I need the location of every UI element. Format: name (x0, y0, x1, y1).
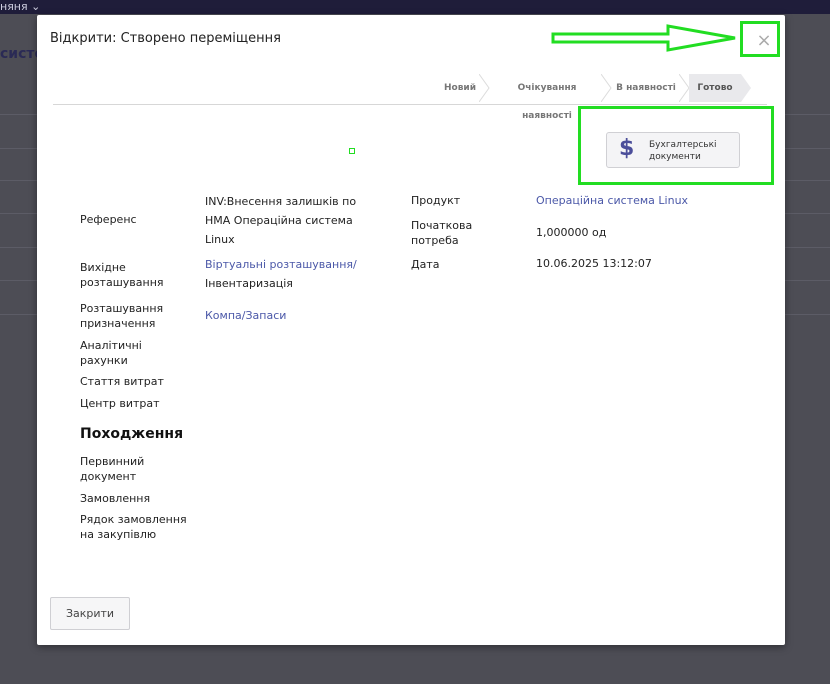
background-topbar: няня ⌄ (0, 0, 830, 14)
reference-label: Референс (80, 213, 137, 226)
close-icon[interactable]: × (753, 30, 775, 52)
destination-location-label: Розташування призначення (80, 302, 164, 330)
status-stage-waiting[interactable]: Очікування наявності (493, 74, 601, 121)
destination-location-value: Компа/Запаси (205, 306, 286, 325)
initial-demand-value: 1,000000 од (536, 226, 607, 239)
cost-center-label: Центр витрат (80, 397, 160, 410)
stock-move-dialog: Відкрити: Створено переміщення × Новий О… (37, 15, 785, 645)
accounting-documents-label: Бухгалтерські документи (649, 140, 717, 162)
date-value: 10.06.2025 13:12:07 (536, 257, 652, 270)
source-location-link[interactable]: Віртуальні розташування/ (205, 255, 357, 274)
annotation-arrow-icon (551, 24, 736, 52)
background-menu-fragment: няня ⌄ (0, 0, 41, 13)
origin-section-heading: Походження (80, 426, 184, 442)
status-stage-new[interactable]: Новий (437, 74, 483, 102)
accounting-documents-button[interactable]: $ Бухгалтерські документи (606, 132, 740, 168)
status-stage-done[interactable]: Готово (689, 74, 741, 102)
product-link: Операційна система Linux (536, 194, 689, 207)
chevron-right-active-icon (741, 74, 751, 102)
status-stage-available[interactable]: В наявності (613, 74, 679, 102)
expense-item-label: Стаття витрат (80, 375, 164, 388)
order-label: Замовлення (80, 492, 151, 505)
chevron-right-icon (479, 74, 490, 102)
purchase-order-line-label: Рядок замовлення на закупівлю (80, 513, 187, 541)
dollar-icon: $ (619, 136, 635, 161)
chevron-right-icon (601, 74, 612, 102)
source-document-label: Первинний документ (80, 455, 145, 483)
date-label: Дата (411, 258, 440, 271)
source-location-value: Віртуальні розташування/ Інвентаризація (205, 255, 357, 293)
destination-location-link[interactable]: Компа/Запаси (205, 306, 286, 325)
dialog-title: Відкрити: Створено переміщення (50, 31, 281, 46)
annotation-marker (349, 148, 355, 154)
status-bar: Новий Очікування наявності В наявності Г… (53, 74, 767, 121)
initial-demand-label: Початкова потреба (411, 219, 473, 247)
reference-value: INV:Внесення залишків по НМА Операційна … (205, 195, 357, 246)
source-location-label: Вихідне розташування (80, 261, 164, 289)
close-button[interactable]: Закрити (50, 597, 130, 630)
product-label: Продукт (411, 194, 461, 207)
analytic-accounts-label: Аналітичні рахунки (80, 339, 142, 367)
